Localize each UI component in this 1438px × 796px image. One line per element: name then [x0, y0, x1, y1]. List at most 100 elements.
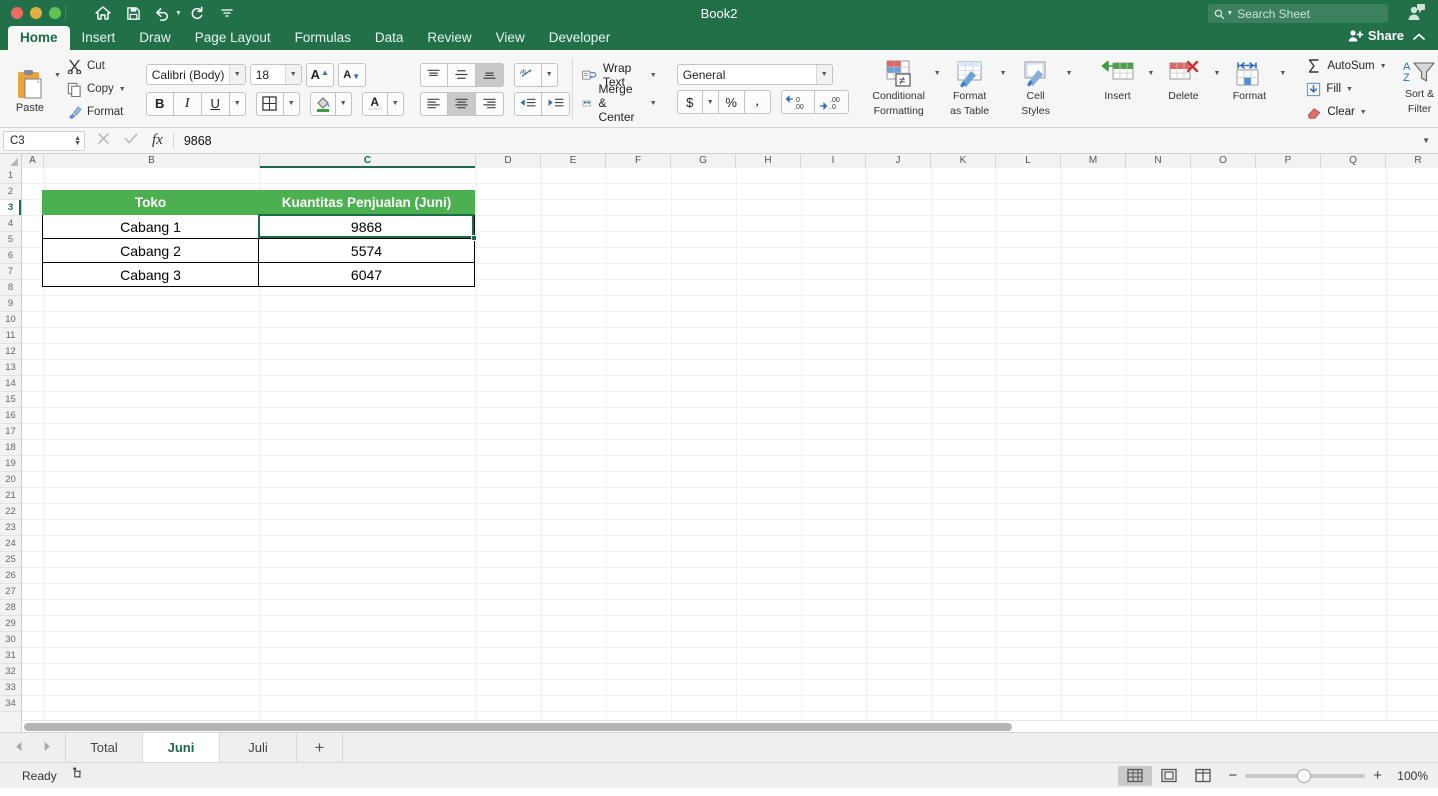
cell-c5[interactable]: 6047: [258, 262, 475, 287]
table-row[interactable]: Cabang 3 6047: [42, 262, 475, 287]
paste-button[interactable]: Paste: [6, 65, 54, 114]
share-button[interactable]: Share: [1348, 28, 1404, 43]
cell-b3[interactable]: Cabang 1: [42, 214, 259, 239]
font-color-dropdown-caret[interactable]: ▼: [387, 91, 404, 116]
font-size-dropdown-caret[interactable]: ▼: [284, 65, 301, 84]
italic-button[interactable]: I: [173, 91, 202, 116]
row-header-2[interactable]: 2: [0, 184, 21, 200]
cell-c4[interactable]: 5574: [258, 238, 475, 263]
currency-dropdown-caret[interactable]: ▼: [702, 90, 719, 114]
bold-button[interactable]: B: [145, 91, 174, 116]
row-header-25[interactable]: 25: [0, 552, 21, 568]
underline-dropdown-caret[interactable]: ▼: [229, 91, 246, 116]
orientation-button[interactable]: ab: [513, 62, 542, 87]
accept-icon[interactable]: [124, 132, 138, 150]
row-header-3[interactable]: 3: [0, 200, 21, 216]
row-header-17[interactable]: 17: [0, 424, 21, 440]
row-header-34[interactable]: 34: [0, 696, 21, 712]
ribbon-tab-page-layout[interactable]: Page Layout: [183, 26, 283, 50]
column-header-k[interactable]: K: [931, 154, 996, 168]
sort-filter-button[interactable]: A Z Sort & Filter: [1391, 54, 1438, 124]
row-header-20[interactable]: 20: [0, 472, 21, 488]
format-cells-dropdown-caret[interactable]: ▼: [1279, 70, 1286, 77]
borders-dropdown-caret[interactable]: ▼: [283, 91, 300, 116]
zoom-slider-track[interactable]: [1245, 768, 1366, 783]
number-format-combo[interactable]: General ▼: [676, 64, 833, 85]
row-header-22[interactable]: 22: [0, 504, 21, 520]
column-header-a[interactable]: A: [22, 154, 44, 168]
page-break-preview-button[interactable]: [1186, 766, 1220, 786]
column-header-l[interactable]: L: [996, 154, 1061, 168]
name-box[interactable]: C3 ▲ ▼: [3, 130, 85, 151]
copy-dropdown-caret[interactable]: ▼: [119, 86, 126, 93]
comma-style-button[interactable]: ,: [744, 90, 771, 114]
name-box-spinner[interactable]: ▲ ▼: [74, 135, 81, 147]
wrap-text-dropdown-caret[interactable]: ▼: [650, 72, 657, 79]
table-row[interactable]: Cabang 2 5574: [42, 238, 475, 263]
cell-c3[interactable]: 9868: [258, 214, 475, 239]
row-header-6[interactable]: 6: [0, 248, 21, 264]
row-header-12[interactable]: 12: [0, 344, 21, 360]
zoom-out-button[interactable]: −: [1228, 767, 1237, 784]
decrease-font-size-button[interactable]: A ▼: [337, 62, 366, 87]
merge-center-dropdown-caret[interactable]: ▼: [650, 100, 657, 107]
column-header-h[interactable]: H: [736, 154, 801, 168]
ribbon-tab-formulas[interactable]: Formulas: [283, 26, 363, 50]
ribbon-tab-insert[interactable]: Insert: [70, 26, 128, 50]
font-color-button[interactable]: A: [361, 91, 388, 116]
autosum-dropdown-caret[interactable]: ▼: [1380, 63, 1387, 70]
column-header-i[interactable]: I: [801, 154, 866, 168]
borders-button[interactable]: [255, 91, 284, 116]
row-header-32[interactable]: 32: [0, 664, 21, 680]
cell-b5[interactable]: Cabang 3: [42, 262, 259, 287]
column-header-c[interactable]: C: [260, 154, 476, 168]
cell-area[interactable]: Toko Kuantitas Penjualan (Juni) Cabang 1…: [22, 168, 1438, 732]
cancel-icon[interactable]: [97, 132, 110, 150]
fill-color-dropdown-caret[interactable]: ▼: [335, 91, 352, 116]
autosum-button[interactable]: AutoSum ▼: [1302, 55, 1390, 77]
row-header-24[interactable]: 24: [0, 536, 21, 552]
cell-styles-button[interactable]: Cell Styles: [1007, 54, 1065, 124]
row-header-19[interactable]: 19: [0, 456, 21, 472]
page-layout-view-button[interactable]: [1152, 766, 1186, 786]
fill-color-button[interactable]: [309, 91, 336, 116]
conditional-formatting-button[interactable]: ≠ Conditional Formatting: [865, 54, 933, 124]
column-header-b[interactable]: B: [44, 154, 260, 168]
row-header-15[interactable]: 15: [0, 392, 21, 408]
row-header-27[interactable]: 27: [0, 584, 21, 600]
fill-handle[interactable]: [471, 235, 477, 241]
column-header-q[interactable]: Q: [1321, 154, 1386, 168]
home-icon[interactable]: [88, 1, 118, 25]
insert-function-icon[interactable]: fx: [152, 132, 163, 149]
ribbon-tab-data[interactable]: Data: [363, 26, 416, 50]
column-header-r[interactable]: R: [1386, 154, 1438, 168]
row-header-29[interactable]: 29: [0, 616, 21, 632]
number-format-dropdown-caret[interactable]: ▼: [815, 65, 832, 84]
ribbon-tab-review[interactable]: Review: [415, 26, 483, 50]
horizontal-scrollbar-thumb[interactable]: [24, 723, 1012, 731]
zoom-slider[interactable]: − +: [1228, 767, 1382, 784]
ribbon-tab-home[interactable]: Home: [8, 26, 70, 50]
sheet-tab-juni[interactable]: Juni: [142, 733, 220, 762]
row-header-13[interactable]: 13: [0, 360, 21, 376]
search-dropdown-caret[interactable]: ▼: [1226, 10, 1233, 17]
row-header-18[interactable]: 18: [0, 440, 21, 456]
ribbon-tab-developer[interactable]: Developer: [537, 26, 623, 50]
redo-icon[interactable]: [182, 1, 212, 25]
more-commands-icon[interactable]: [212, 1, 242, 25]
format-as-table-button[interactable]: Format as Table: [941, 54, 999, 124]
normal-view-button[interactable]: [1118, 765, 1153, 786]
increase-decimal-button[interactable]: .0.00: [780, 90, 815, 114]
conditional-formatting-dropdown-caret[interactable]: ▼: [934, 70, 941, 77]
search-sheet-box[interactable]: ▼: [1208, 4, 1388, 23]
column-header-g[interactable]: G: [671, 154, 736, 168]
font-family-combo[interactable]: Calibri (Body) ▼: [145, 64, 246, 85]
clear-dropdown-caret[interactable]: ▼: [1360, 109, 1367, 116]
row-header-1[interactable]: 1: [0, 168, 21, 184]
accessibility-icon[interactable]: [71, 766, 86, 786]
cell-b4[interactable]: Cabang 2: [42, 238, 259, 263]
next-sheet-icon[interactable]: [41, 739, 52, 757]
row-header-9[interactable]: 9: [0, 296, 21, 312]
delete-cells-button[interactable]: Delete: [1154, 54, 1212, 124]
format-cells-button[interactable]: Format: [1220, 54, 1278, 124]
